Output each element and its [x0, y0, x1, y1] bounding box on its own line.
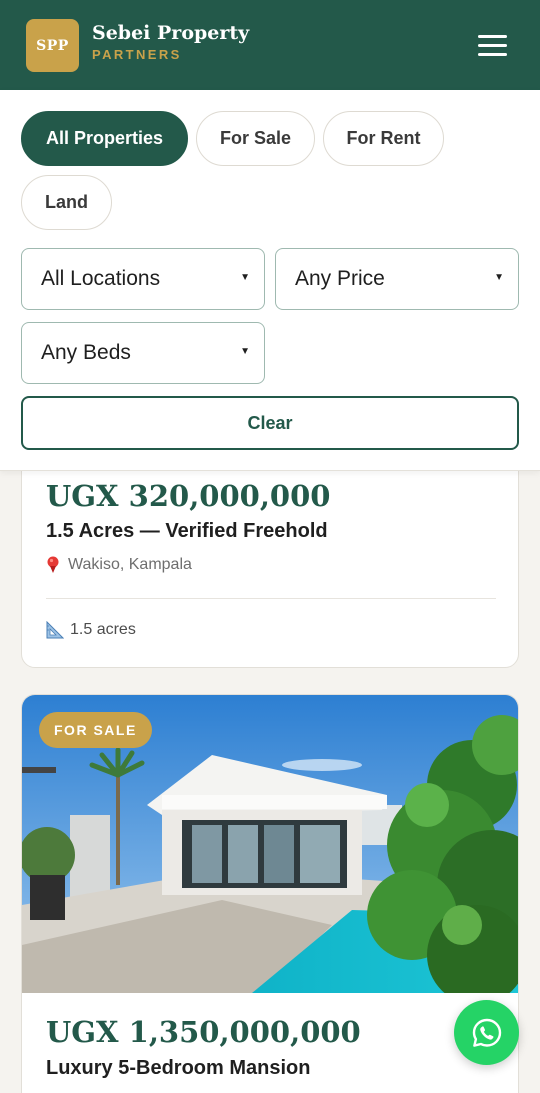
chevron-down-icon: ▼ [494, 272, 504, 283]
listing-feature: 1.5 acres [46, 621, 136, 639]
tab-land[interactable]: Land [21, 175, 112, 230]
tab-for-rent[interactable]: For Rent [323, 111, 444, 166]
hamburger-menu-icon[interactable] [472, 28, 514, 62]
listing-price: UGX 320,000,000 [46, 479, 331, 513]
beds-select-value: Any Beds [41, 341, 131, 364]
chevron-down-icon: ▼ [240, 346, 250, 357]
logo[interactable]: SPP [26, 19, 79, 72]
chevron-down-icon: ▼ [240, 272, 250, 283]
beds-select[interactable]: Any Beds ▼ [21, 322, 265, 384]
site-header: SPP Sebei Property PARTNERS [0, 0, 540, 90]
price-select[interactable]: Any Price ▼ [275, 248, 519, 310]
brand-name[interactable]: Sebei Property [92, 22, 249, 44]
location-text: Wakiso, Kampala [68, 556, 192, 573]
whatsapp-icon [472, 1018, 501, 1047]
map-pin-icon [47, 556, 59, 573]
tab-all-properties[interactable]: All Properties [21, 111, 188, 166]
location-select[interactable]: All Locations ▼ [21, 248, 265, 310]
clear-filters-button[interactable]: Clear [21, 396, 519, 450]
tab-for-sale[interactable]: For Sale [196, 111, 315, 166]
ruler-triangle-icon [46, 621, 64, 639]
modern-villa-with-pool-photo[interactable]: FOR SALE [22, 695, 518, 993]
whatsapp-button[interactable] [454, 1000, 519, 1065]
filter-panel: All Properties For Sale For Rent Land Al… [0, 90, 540, 471]
listing-location: Wakiso, Kampala [46, 556, 192, 574]
status-badge: FOR SALE [39, 712, 152, 748]
card-divider [46, 598, 496, 599]
feature-text: 1.5 acres [70, 621, 136, 638]
location-select-value: All Locations [41, 267, 161, 290]
listing-title: 1.5 Acres — Verified Freehold [46, 520, 328, 542]
listing-price: UGX 1,350,000,000 [46, 1015, 361, 1049]
listing-title: Luxury 5-Bedroom Mansion [46, 1057, 311, 1079]
property-card[interactable]: FOR SALE UGX 1,350,000,000 Luxury 5-Bedr… [21, 694, 519, 1093]
brand-subtitle: PARTNERS [92, 47, 182, 62]
price-select-value: Any Price [295, 267, 385, 290]
